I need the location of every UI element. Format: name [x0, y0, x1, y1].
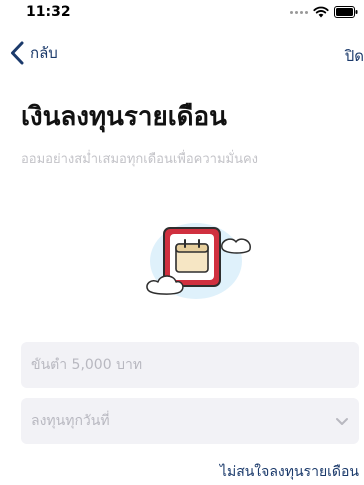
close-button[interactable]: ปิด — [345, 44, 364, 68]
calendar-illustration — [140, 218, 254, 304]
status-time: 11:32 — [26, 4, 71, 20]
status-icons — [290, 6, 358, 18]
chevron-down-icon — [336, 418, 348, 425]
calendar-icon — [146, 223, 251, 299]
nav-bar: กลับ ปิด — [0, 36, 364, 70]
wifi-icon — [313, 6, 329, 18]
back-button[interactable]: กลับ — [10, 38, 58, 68]
amount-field[interactable] — [21, 342, 359, 388]
page-title: เงินลงทุนรายเดือน — [21, 102, 227, 132]
investment-day-placeholder: ลงทุนทุกวันที่ — [31, 413, 110, 429]
status-bar: 11:32 — [0, 0, 364, 26]
battery-icon — [334, 6, 358, 18]
amount-input[interactable] — [31, 357, 349, 373]
investment-day-select[interactable]: ลงทุนทุกวันที่ — [21, 398, 359, 444]
chevron-left-icon — [11, 41, 24, 65]
skip-monthly-investment-link[interactable]: ไม่สนใจลงทุนรายเดือน — [220, 461, 359, 483]
page-subtitle: ออมอย่างสม่ำเสมอทุกเดือนเพื่อความมั่นคง — [21, 152, 259, 167]
signal-dots-icon — [290, 10, 308, 14]
back-label: กลับ — [30, 44, 58, 62]
cloud-icon — [221, 238, 251, 254]
